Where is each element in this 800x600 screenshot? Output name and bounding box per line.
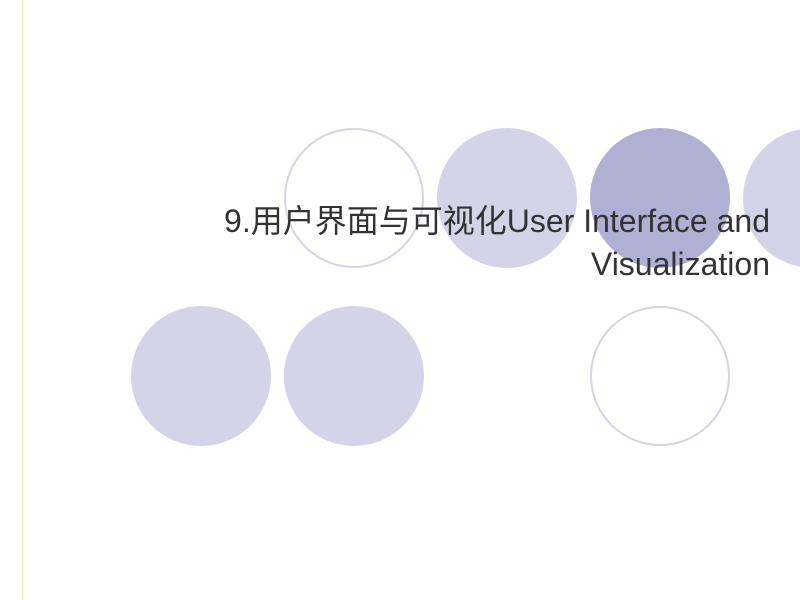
slide-title-line2: Visualization (90, 243, 770, 286)
decor-circle-fill-bottom-2 (284, 306, 424, 446)
decor-circle-outline-bottom (590, 306, 730, 446)
slide-title-line1: 9.用户界面与可视化User Interface and (90, 200, 770, 243)
slide-title: 9.用户界面与可视化User Interface and Visualizati… (90, 200, 770, 286)
decor-circle-fill-bottom-1 (131, 306, 271, 446)
vertical-hairline (22, 0, 23, 600)
